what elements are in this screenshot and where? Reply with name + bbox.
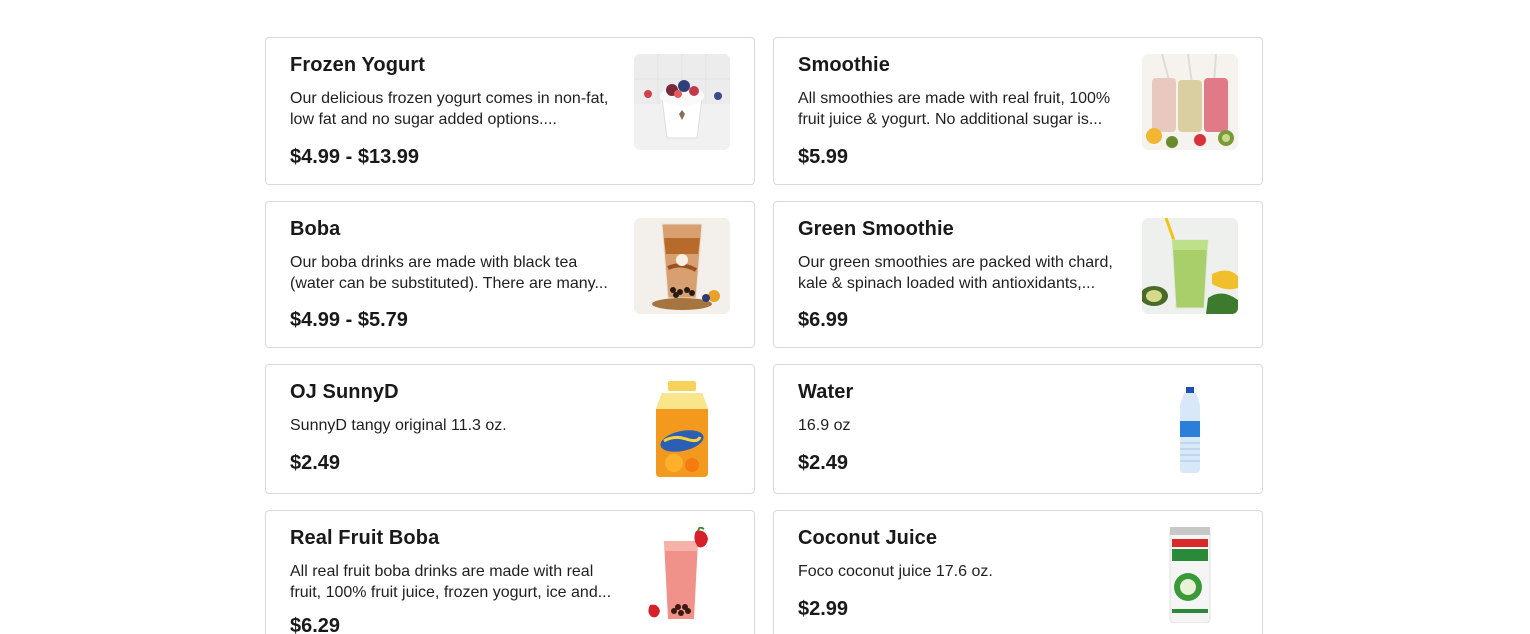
item-description: Foco coconut juice 17.6 oz. (798, 563, 993, 580)
item-title: Water (798, 381, 854, 403)
item-price: $4.99 - $5.79 (290, 309, 408, 331)
item-title: Smoothie (798, 54, 890, 76)
menu-item-card-green-smoothie[interactable]: Green Smoothie Our green smoothies are p… (773, 201, 1263, 348)
item-title: Green Smoothie (798, 218, 954, 240)
item-description: SunnyD tangy original 11.3 oz. (290, 417, 507, 434)
boba-image (634, 218, 730, 314)
sunnyd-bottle-image (634, 381, 730, 477)
menu-item-card-coconut-juice[interactable]: Coconut Juice Foco coconut juice 17.6 oz… (773, 510, 1263, 634)
item-title: Real Fruit Boba (290, 527, 440, 549)
real-fruit-boba-image (634, 527, 730, 623)
menu-item-card-real-fruit-boba[interactable]: Real Fruit Boba All real fruit boba drin… (265, 510, 755, 634)
green-smoothie-image (1142, 218, 1238, 314)
item-description: Our delicious frozen yogurt comes in non… (290, 90, 609, 128)
item-price: $6.29 (290, 615, 341, 634)
item-title: Boba (290, 218, 341, 240)
smoothie-image (1142, 54, 1238, 150)
item-title: Coconut Juice (798, 527, 938, 549)
water-bottle-image (1142, 381, 1238, 477)
item-price: $5.99 (798, 146, 849, 168)
item-title: Frozen Yogurt (290, 54, 426, 76)
item-price: $2.49 (798, 452, 849, 474)
menu-item-card-oj-sunnyd[interactable]: OJ SunnyD SunnyD tangy original 11.3 oz.… (265, 364, 755, 494)
item-price: $2.99 (798, 598, 849, 620)
item-price: $2.49 (290, 452, 341, 474)
menu-item-card-boba[interactable]: Boba Our boba drinks are made with black… (265, 201, 755, 348)
menu-page: Frozen Yogurt Our delicious frozen yogur… (0, 0, 1530, 634)
item-title: OJ SunnyD (290, 381, 399, 403)
item-description: 16.9 oz (798, 417, 851, 434)
menu-item-card-frozen-yogurt[interactable]: Frozen Yogurt Our delicious frozen yogur… (265, 37, 755, 185)
item-description: All real fruit boba drinks are made with… (290, 563, 612, 601)
item-price: $6.99 (798, 309, 849, 331)
menu-item-card-water[interactable]: Water 16.9 oz $2.49 (773, 364, 1263, 494)
coconut-juice-can-image (1142, 527, 1238, 623)
frozen-yogurt-image (634, 54, 730, 150)
item-description: Our green smoothies are packed with char… (798, 254, 1113, 292)
menu-item-card-smoothie[interactable]: Smoothie All smoothies are made with rea… (773, 37, 1263, 185)
item-price: $4.99 - $13.99 (290, 146, 419, 168)
item-description: All smoothies are made with real fruit, … (798, 90, 1111, 128)
item-description: Our boba drinks are made with black tea … (290, 254, 608, 292)
